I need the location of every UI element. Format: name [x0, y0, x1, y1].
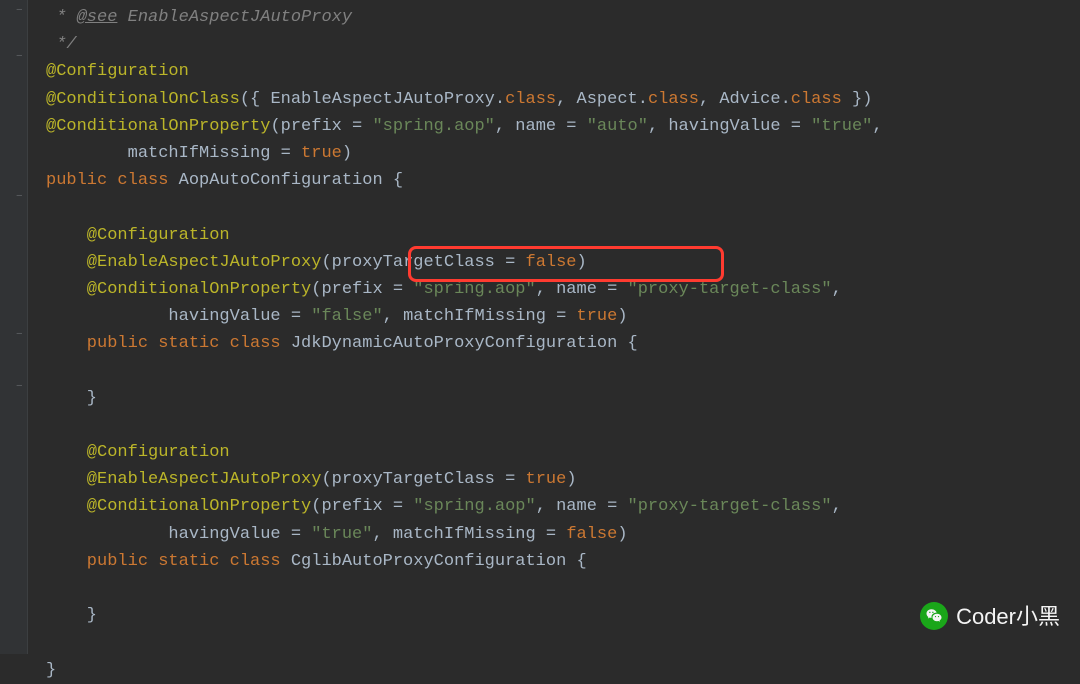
annotation-continuation-2: havingValue = "true", matchIfMissing = f… — [46, 525, 628, 544]
fold-toggle-icon[interactable]: − — [16, 6, 27, 17]
annotation-enableaspectj-1: @EnableAspectJAutoProxy(proxyTargetClass… — [46, 253, 587, 272]
annotation-conditionalonclass: @ConditionalOnClass({ EnableAspectJAutoP… — [46, 90, 872, 109]
annotation-conditionalonproperty-1: @ConditionalOnProperty(prefix = "spring.… — [46, 280, 842, 299]
fold-toggle-icon[interactable]: − — [16, 192, 27, 203]
inner-class-cglib: public static class CglibAutoProxyConfig… — [46, 552, 587, 571]
javadoc-line: * @see EnableAspectJAutoProxy — [46, 8, 352, 27]
editor-gutter: − − − − − — [0, 0, 28, 654]
code-editor[interactable]: * @see EnableAspectJAutoProxy */ @Config… — [28, 0, 1080, 654]
annotation-configuration-inner1: @Configuration — [46, 226, 230, 245]
close-brace-outer: } — [46, 661, 56, 680]
code-content: * @see EnableAspectJAutoProxy */ @Config… — [46, 4, 1074, 684]
wechat-icon — [920, 602, 948, 630]
annotation-conditionalonproperty-2: @ConditionalOnProperty(prefix = "spring.… — [46, 497, 842, 516]
close-brace: } — [46, 389, 97, 408]
javadoc-end: */ — [46, 35, 77, 54]
annotation-continuation-1: havingValue = "false", matchIfMissing = … — [46, 307, 628, 326]
inner-class-jdk: public static class JdkDynamicAutoProxyC… — [46, 334, 638, 353]
fold-toggle-icon[interactable]: − — [16, 382, 27, 393]
watermark-text: Coder小黑 — [956, 599, 1060, 634]
annotation-enableaspectj-2: @EnableAspectJAutoProxy(proxyTargetClass… — [46, 470, 577, 489]
class-declaration: public class AopAutoConfiguration { — [46, 171, 403, 190]
fold-toggle-icon[interactable]: − — [16, 330, 27, 341]
annotation-continuation: matchIfMissing = true) — [46, 144, 352, 163]
annotation-configuration-inner2: @Configuration — [46, 443, 230, 462]
annotation-conditionalonproperty: @ConditionalOnProperty(prefix = "spring.… — [46, 117, 883, 136]
close-brace: } — [46, 606, 97, 625]
annotation-configuration: @Configuration — [46, 62, 189, 81]
fold-toggle-icon[interactable]: − — [16, 52, 27, 63]
watermark: Coder小黑 — [920, 599, 1060, 634]
